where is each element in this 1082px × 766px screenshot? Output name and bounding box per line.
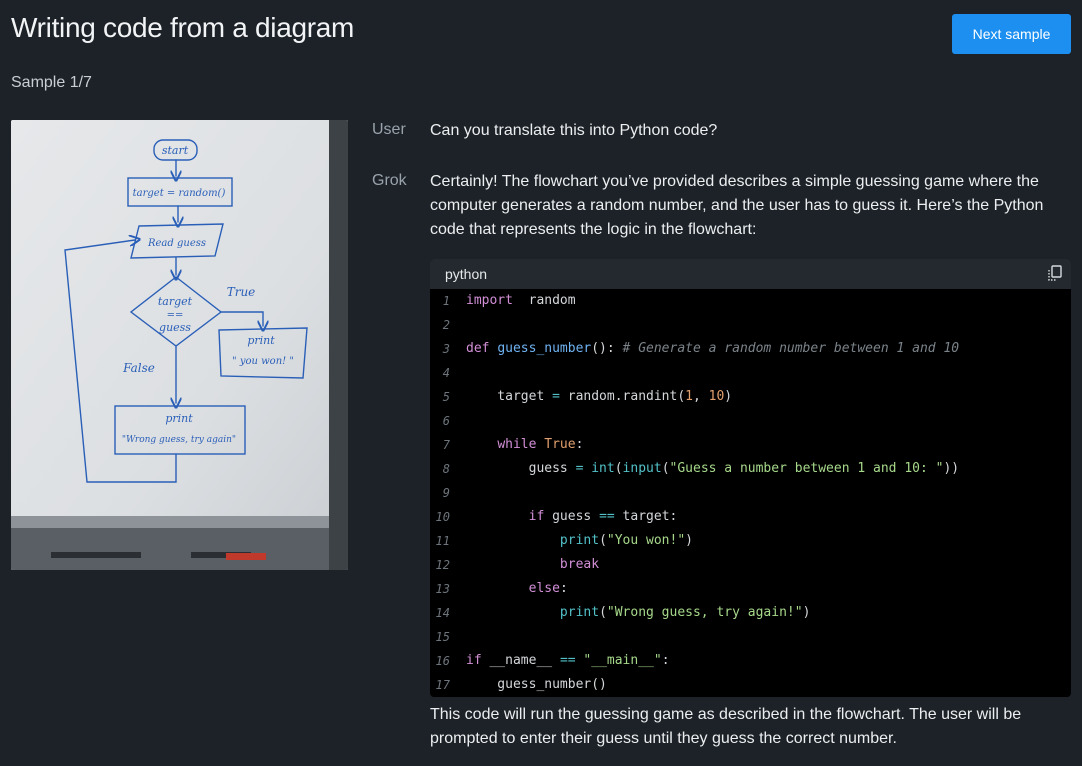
line-number: 1 [442, 294, 450, 308]
line-number: 16 [435, 654, 450, 668]
line-number: 7 [442, 438, 450, 452]
code-text: import random [466, 293, 576, 308]
code-text: if guess == target: [528, 509, 678, 524]
line-number: 2 [442, 318, 450, 332]
code-line: 10 if guess == target: [430, 505, 1071, 529]
code-text: break [559, 557, 600, 572]
code-text: target = random.randint(1, 10) [466, 389, 733, 404]
copy-icon [1048, 265, 1062, 281]
code-line: 13 else: [430, 577, 1071, 601]
assistant-outro: This code will run the guessing game as … [430, 706, 1022, 747]
line-number: 15 [435, 630, 450, 644]
code-line: 17 guess_number() [430, 673, 1071, 697]
line-number: 10 [435, 510, 450, 524]
assistant-role-label: Grok [372, 172, 407, 189]
code-header: python [430, 259, 1071, 289]
code-line: 6 [430, 409, 1071, 433]
code-block: python 1 import random 2 3 def guess_number(… [430, 259, 1071, 697]
svg-text:True: True [227, 285, 256, 299]
svg-text:"Wrong guess, try again": "Wrong guess, try again" [122, 435, 236, 445]
code-text: guess_number() [466, 677, 607, 692]
code-line: 4 [430, 361, 1071, 385]
line-number: 5 [442, 390, 450, 404]
code-text: else: [528, 581, 568, 596]
line-number: 9 [442, 486, 450, 500]
svg-text:False: False [122, 361, 155, 375]
code-text: guess = int(input("Guess a number betwee… [466, 461, 960, 476]
code-text: while True: [497, 437, 584, 452]
line-number: 17 [435, 678, 450, 692]
user-role-label: User [372, 121, 406, 138]
code-line: 8 guess = int(input("Guess a number betw… [430, 457, 1071, 481]
code-line: 16 if __name__ == "__main__": [430, 649, 1071, 673]
assistant-intro: Certainly! The flowchart you’ve provided… [430, 173, 1044, 238]
svg-text:print: print [247, 334, 275, 347]
svg-text:print: print [165, 412, 193, 425]
svg-text:guess: guess [159, 321, 191, 334]
code-line: 2 [430, 313, 1071, 337]
svg-text:" you won! ": " you won! " [232, 356, 294, 367]
line-number: 14 [435, 606, 450, 620]
code-line: 5 target = random.randint(1, 10) [430, 385, 1071, 409]
svg-text:target = random(): target = random() [133, 188, 226, 199]
copy-code-button[interactable] [1045, 264, 1065, 284]
whiteboard-photo: start target = random() Read guess targe… [11, 120, 348, 570]
user-message: Can you translate this into Python code? [430, 122, 718, 139]
line-number: 4 [442, 366, 450, 380]
code-text: print("You won!") [559, 533, 693, 548]
code-text: print("Wrong guess, try again!") [559, 605, 811, 620]
code-line: 11 print("You won!") [430, 529, 1071, 553]
line-number: 8 [442, 462, 450, 476]
line-number: 6 [442, 414, 450, 428]
code-line: 9 [430, 481, 1071, 505]
svg-text:target: target [158, 295, 193, 308]
sample-counter: Sample 1/7 [11, 74, 92, 91]
svg-text:==: == [167, 310, 184, 321]
code-line: 15 [430, 625, 1071, 649]
code-text: if __name__ == "__main__": [466, 653, 670, 668]
code-language-label: python [445, 266, 488, 282]
code-line: 1 import random [430, 289, 1071, 313]
code-line: 14 print("Wrong guess, try again!") [430, 601, 1071, 625]
next-sample-button[interactable]: Next sample [952, 14, 1071, 54]
line-number: 12 [435, 558, 450, 572]
svg-text:start: start [162, 144, 189, 157]
code-text: def guess_number(): # Generate a random … [466, 341, 960, 356]
line-number: 3 [442, 342, 450, 356]
svg-text:Read guess: Read guess [147, 238, 206, 249]
line-number: 11 [435, 534, 450, 548]
page-title: Writing code from a diagram [11, 12, 355, 43]
code-line: 3 def guess_number(): # Generate a random… [430, 337, 1071, 361]
code-line: 12 break [430, 553, 1071, 577]
code-body: 1 import random 2 3 def guess_number(): # Ge… [430, 289, 1071, 697]
line-number: 13 [435, 582, 450, 596]
code-line: 7 while True: [430, 433, 1071, 457]
